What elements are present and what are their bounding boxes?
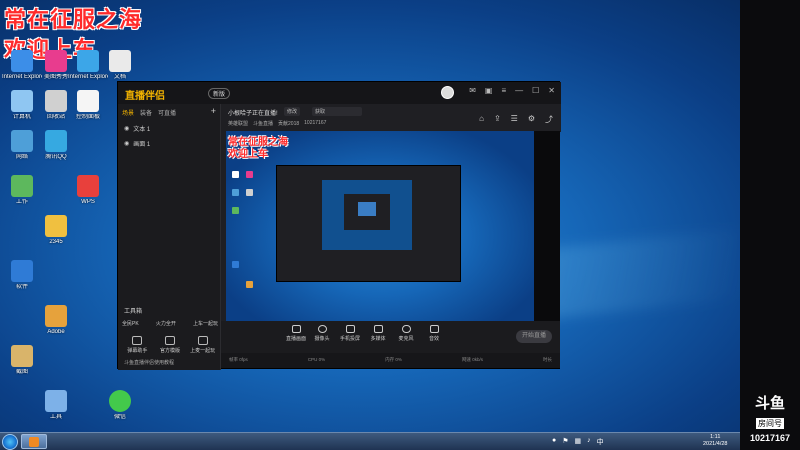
start-button[interactable] xyxy=(2,434,18,450)
phone-cast-button[interactable]: 手机投屏 xyxy=(335,325,365,342)
room-number: 10217167 xyxy=(749,433,791,443)
nested-preview-innermost xyxy=(358,202,376,216)
get-field[interactable]: 获取 xyxy=(312,107,362,116)
room-header: 小根哈子正在直播! 修改 获取 英雄联盟 斗鱼直播 贡献2018 1021716… xyxy=(222,104,561,132)
eye-icon[interactable]: ◉ xyxy=(124,140,129,147)
tool-mic-join[interactable]: 上麦一起玩 xyxy=(186,336,219,354)
tray-app-icon[interactable]: ● xyxy=(552,437,556,447)
taskbar-app-streaming[interactable] xyxy=(21,434,47,449)
preview-desktop-icon xyxy=(246,171,253,178)
cpu-status: CPU 0% xyxy=(307,357,326,362)
fps-status: 帧率 0fps xyxy=(229,357,248,362)
lock-icon[interactable]: ⌂ xyxy=(479,114,484,125)
tool-firepower[interactable]: 火力全开 xyxy=(156,320,176,327)
preview-desktop-icon xyxy=(246,281,253,288)
desktop-icon[interactable]: 工作 xyxy=(2,175,42,206)
desktop-icon[interactable]: 控制面板 xyxy=(68,90,108,121)
minimize-icon[interactable]: — xyxy=(515,86,523,95)
room-title[interactable]: 小根哈子正在直播! xyxy=(228,108,278,117)
start-live-button[interactable]: 开始直播 xyxy=(516,330,552,343)
tray-flag-icon[interactable]: ⚑ xyxy=(562,437,568,447)
nested-preview-window xyxy=(276,165,461,282)
preview-overlay-line2: 欢迎上车 xyxy=(228,149,268,160)
microphone-button[interactable]: 麦克风 xyxy=(391,325,421,342)
contribution-value: 贡献2018 xyxy=(278,121,300,127)
douyu-logo: 斗鱼 xyxy=(754,394,785,412)
maximize-icon[interactable]: ☐ xyxy=(532,86,539,95)
tool-join[interactable]: 上车一起玩 xyxy=(193,320,218,327)
app-logo: 直播伴侣 xyxy=(125,91,165,102)
stream-overlay-line1: 常在征服之海 xyxy=(4,7,143,32)
app-titlebar: 直播伴侣 新版 ✉ ▣ ≡ — ☐ ✕ xyxy=(118,82,561,104)
preview-desktop-icon xyxy=(246,189,253,196)
desktop-icon[interactable]: 工具 xyxy=(36,390,76,421)
nested-preview-inner xyxy=(344,194,390,230)
preview-desktop-icon xyxy=(232,189,239,196)
nested-preview xyxy=(322,180,412,250)
edit-field[interactable]: 修改 xyxy=(284,107,301,116)
network-status: 网速 0kb/s xyxy=(461,357,483,362)
settings-icon[interactable]: ⚙ xyxy=(528,114,535,125)
gift-icon[interactable]: ▣ xyxy=(485,86,493,95)
clock-time: 1:11 xyxy=(710,434,721,440)
media-button[interactable]: 多媒体 xyxy=(363,325,393,342)
desktop-icon[interactable]: 2345 xyxy=(36,215,76,246)
stream-preview[interactable]: 常在征服之海 欢迎上车 xyxy=(226,131,534,321)
desktop-icon[interactable]: 截图 xyxy=(2,345,42,376)
desktop-icon[interactable]: 腾讯QQ xyxy=(36,130,76,161)
douyu-watermark: 斗鱼 房间号 10217167 xyxy=(744,392,796,443)
source-toolbar: 直播画面 摄像头 手机投屏 多媒体 麦克风 音效 开始直播 xyxy=(221,321,560,353)
room-id: 10217167 xyxy=(304,120,327,126)
status-bar: 帧率 0fps CPU 0% 内存 0% 网速 0kb/s 时长 xyxy=(221,353,560,368)
avatar[interactable] xyxy=(441,86,454,99)
eye-icon[interactable]: ◉ xyxy=(124,125,129,132)
tool-danmu[interactable]: 弹幕助手 xyxy=(121,336,154,354)
duration-status: 时长 xyxy=(543,357,552,362)
side-black-panel xyxy=(740,0,800,450)
tray-ime-icon[interactable]: 中 xyxy=(597,437,604,447)
scene-item[interactable]: ◉ 画面 1 xyxy=(118,136,220,151)
tray-volume-icon[interactable]: ♪ xyxy=(587,437,591,447)
preview-side-black xyxy=(534,131,560,321)
tray-network-icon[interactable]: ▦ xyxy=(575,437,582,447)
scene-item[interactable]: ◉ 文本 1 xyxy=(118,121,220,136)
share-icon[interactable]: ⇪ xyxy=(494,114,501,125)
category-tag[interactable]: 英雄联盟 xyxy=(228,120,248,127)
add-icon[interactable]: + xyxy=(211,107,216,117)
link-icon[interactable]: ⤴ xyxy=(545,114,553,125)
tab-live[interactable]: 可直播 xyxy=(158,108,176,117)
chat-icon[interactable]: ☰ xyxy=(511,114,518,125)
preview-desktop-icon xyxy=(232,207,239,214)
camera-button[interactable]: 摄像头 xyxy=(307,325,337,342)
mail-icon[interactable]: ✉ xyxy=(469,86,476,95)
menu-icon[interactable]: ≡ xyxy=(501,86,506,95)
version-badge[interactable]: 新版 xyxy=(208,88,231,99)
preview-desktop-icon xyxy=(232,261,239,268)
desktop-icon[interactable]: Adobe xyxy=(36,305,76,336)
sidebar-footer-link[interactable]: 斗鱼直播伴侣使用教程 xyxy=(124,359,174,366)
desktop-icon[interactable]: 软件 xyxy=(2,260,42,291)
toolbox-title: 工具箱 xyxy=(124,309,143,315)
close-icon[interactable]: ✕ xyxy=(548,86,555,95)
room-label: 房间号 xyxy=(756,418,784,429)
tab-equip[interactable]: 装备 xyxy=(140,108,152,117)
scene-sidebar: 场景 装备 可直播 + ◉ 文本 1 ◉ 画面 1 工具箱 全民PK 火力全开 上车… xyxy=(118,104,221,370)
desktop-icon[interactable]: 文档 xyxy=(100,50,140,81)
system-tray: ● ⚑ ▦ ♪ 中 xyxy=(552,437,604,447)
tool-template[interactable]: 官方模版 xyxy=(154,336,187,354)
platform-tag: 斗鱼直播 xyxy=(253,121,274,127)
clock-date: 2021/4/28 xyxy=(703,441,728,447)
tab-scenes[interactable]: 场景 xyxy=(122,108,134,117)
memory-status: 内存 0% xyxy=(385,357,402,362)
taskbar: ● ⚑ ▦ ♪ 中 1:11 2021/4/28 xyxy=(0,432,740,450)
desktop-icon[interactable]: WPS xyxy=(68,175,108,206)
clock[interactable]: 1:11 2021/4/28 xyxy=(703,434,727,448)
desktop-icon[interactable]: 微信 xyxy=(100,390,140,421)
preview-desktop-icon xyxy=(232,171,239,178)
sound-effect-button[interactable]: 音效 xyxy=(419,325,449,342)
tool-pk[interactable]: 全民PK xyxy=(122,320,139,327)
